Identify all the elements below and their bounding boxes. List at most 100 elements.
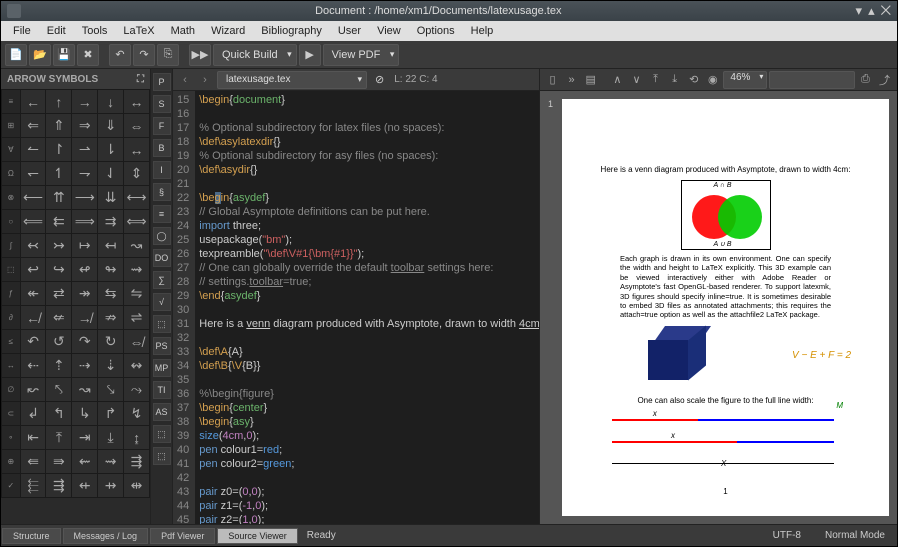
arrow-symbol[interactable]: ⇏ [98, 306, 124, 330]
arrow-symbol[interactable]: ⇶ [124, 450, 150, 474]
symbol-category[interactable]: ∘ [2, 426, 21, 450]
arrow-symbol[interactable]: ⇛ [46, 450, 72, 474]
arrow-symbol[interactable]: ↛ [72, 306, 98, 330]
tab-next-button[interactable]: › [197, 74, 213, 86]
arrow-symbol[interactable]: ⇠ [20, 354, 46, 378]
tab-prev-button[interactable]: ‹ [177, 74, 193, 86]
arrow-symbol[interactable]: ↪ [46, 258, 72, 282]
fit-button[interactable]: ▤ [582, 71, 599, 89]
active-tab[interactable]: latexusage.tex [217, 71, 367, 89]
arrow-symbol[interactable]: ⇃ [98, 162, 124, 186]
arrow-symbol[interactable]: ⇸ [98, 474, 124, 498]
arrow-symbol[interactable]: ↫ [72, 258, 98, 282]
symbol-category[interactable]: ∂ [2, 306, 21, 330]
copy-button[interactable]: ⎘ [157, 44, 179, 66]
arrow-symbol[interactable]: ⇶ [46, 474, 72, 498]
save-button[interactable]: 💾 [53, 44, 75, 66]
arrow-symbol[interactable]: ↼ [20, 138, 46, 162]
arrow-symbol[interactable]: ⟺ [124, 210, 150, 234]
arrow-symbol[interactable]: ↨ [124, 426, 150, 450]
menu-options[interactable]: Options [409, 23, 463, 39]
vtool-button[interactable]: § [153, 183, 171, 201]
symbol-category[interactable]: ≡ [2, 90, 21, 114]
status-tab-structure[interactable]: Structure [2, 528, 61, 544]
next-page-button[interactable]: ∨ [628, 71, 645, 89]
menu-help[interactable]: Help [463, 23, 502, 39]
symbol-category[interactable]: ∅ [2, 378, 21, 402]
symbol-category[interactable]: ○ [2, 210, 21, 234]
symbol-category[interactable]: ⬚ [2, 258, 21, 282]
status-tab-sourceviewer[interactable]: Source Viewer [217, 528, 297, 544]
arrow-symbol[interactable]: ⇒ [72, 114, 98, 138]
arrow-symbol[interactable]: ⬱ [20, 474, 46, 498]
arrow-symbol[interactable]: ↽ [20, 162, 46, 186]
arrow-symbol[interactable]: ⇌ [124, 306, 150, 330]
arrow-symbol[interactable]: ↭ [124, 354, 150, 378]
menu-latex[interactable]: LaTeX [115, 23, 162, 39]
vtool-button[interactable]: TI [153, 381, 171, 399]
symbol-category[interactable]: ∫ [2, 234, 21, 258]
arrow-symbol[interactable]: ↑ [46, 90, 72, 114]
vtool-button[interactable]: ⬚ [153, 315, 171, 333]
arrow-symbol[interactable]: ⇍ [46, 306, 72, 330]
vtool-button[interactable]: I [153, 161, 171, 179]
continuous-button[interactable]: » [563, 71, 580, 89]
arrow-symbol[interactable]: ⇀ [72, 138, 98, 162]
arrow-symbol[interactable]: ⇚ [20, 450, 46, 474]
code-editor[interactable]: 1516171819202122232425262728293031323334… [173, 91, 539, 524]
close-doc-button[interactable]: ✖ [77, 44, 99, 66]
first-page-button[interactable]: ⤒ [647, 71, 664, 89]
last-page-button[interactable]: ⤓ [666, 71, 683, 89]
arrow-symbol[interactable]: ↰ [46, 402, 72, 426]
arrow-symbol[interactable]: ⇁ [72, 162, 98, 186]
page-layout-button[interactable]: ▯ [544, 71, 561, 89]
status-tab-pdfviewer[interactable]: Pdf Viewer [150, 528, 215, 544]
menu-edit[interactable]: Edit [39, 23, 74, 39]
symbol-category[interactable]: ⊂ [2, 402, 21, 426]
arrow-symbol[interactable]: ↷ [72, 330, 98, 354]
menu-view[interactable]: View [369, 23, 409, 39]
menu-user[interactable]: User [330, 23, 369, 39]
arrow-symbol[interactable]: ↳ [72, 402, 98, 426]
symbol-category[interactable]: ∀ [2, 138, 21, 162]
arrow-symbol[interactable]: ↻ [98, 330, 124, 354]
prev-page-button[interactable]: ∧ [609, 71, 626, 89]
arrow-symbol[interactable]: ⇂ [98, 138, 124, 162]
arrow-symbol[interactable]: ⇋ [124, 282, 150, 306]
arrow-symbol[interactable]: ⇑ [46, 114, 72, 138]
menu-math[interactable]: Math [163, 23, 203, 39]
arrow-symbol[interactable]: ⤒ [46, 426, 72, 450]
vtool-button[interactable]: ∑ [153, 271, 171, 289]
symbol-category[interactable]: Ω [2, 162, 21, 186]
arrow-symbol[interactable]: ⇔ [124, 114, 150, 138]
vtool-button[interactable]: ⬚ [153, 447, 171, 465]
arrow-symbol[interactable]: ⟵ [20, 186, 46, 210]
vtool-button[interactable]: F [153, 117, 171, 135]
arrow-symbol[interactable]: ⇢ [72, 354, 98, 378]
vtool-button[interactable]: ≡ [153, 205, 171, 223]
vtool-button[interactable]: PS [153, 337, 171, 355]
arrow-symbol[interactable]: ⟹ [72, 210, 98, 234]
arrow-symbol[interactable]: ⟷ [124, 186, 150, 210]
arrow-symbol[interactable]: ⇐ [20, 114, 46, 138]
symbol-category[interactable]: ↔ [2, 354, 21, 378]
arrow-symbol[interactable]: ⇓ [98, 114, 124, 138]
menu-file[interactable]: File [5, 23, 39, 39]
arrow-symbol[interactable]: ⇕ [124, 162, 150, 186]
arrow-symbol[interactable]: ⇊ [98, 186, 124, 210]
external-button[interactable]: ⤴ [876, 71, 893, 89]
arrow-symbol[interactable]: ⇝ [124, 258, 150, 282]
build-select[interactable]: Quick Build [213, 44, 297, 66]
arrow-symbol[interactable]: ⇤ [20, 426, 46, 450]
arrow-symbol[interactable]: ⤓ [98, 426, 124, 450]
status-tab-messages[interactable]: Messages / Log [63, 528, 149, 544]
arrow-symbol[interactable]: ⇝ [98, 450, 124, 474]
arrow-symbol[interactable]: ↿ [46, 162, 72, 186]
arrow-symbol[interactable]: ⇷ [72, 474, 98, 498]
arrow-symbol[interactable]: ↔ [124, 138, 150, 162]
arrow-symbol[interactable]: ↝ [124, 234, 150, 258]
arrow-symbol[interactable]: ↓ [98, 90, 124, 114]
vtool-button[interactable]: AS [153, 403, 171, 421]
close-button[interactable]: ⨉ [881, 3, 891, 19]
arrow-symbol[interactable]: → [72, 90, 98, 114]
